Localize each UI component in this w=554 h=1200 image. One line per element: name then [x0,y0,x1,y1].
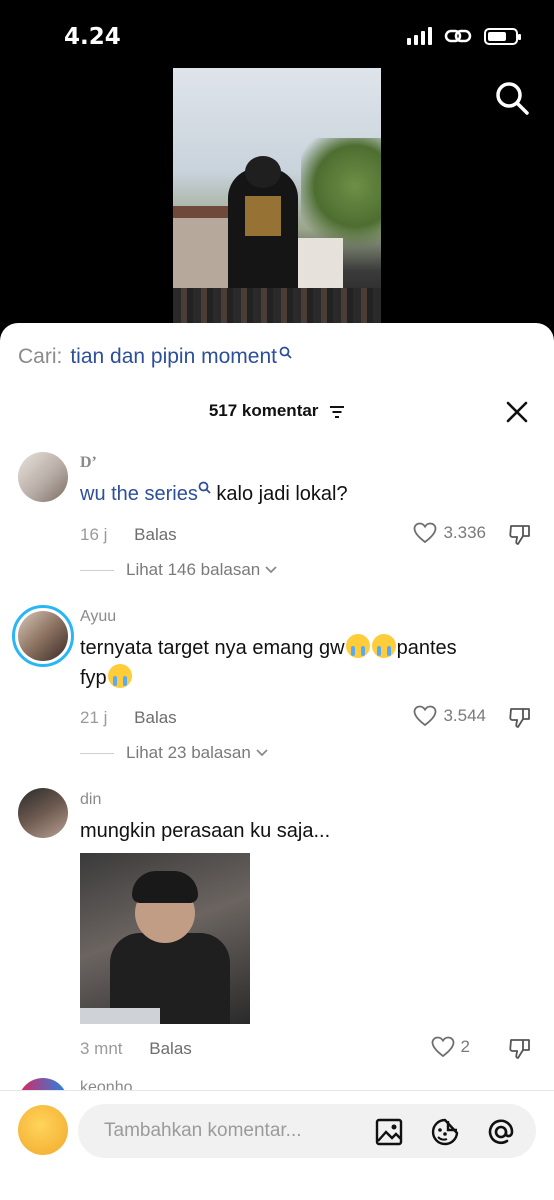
avatar[interactable] [12,605,74,667]
comment-text: ternyata target nya emang gw pantes fyp [80,633,520,693]
heart-icon [414,705,437,727]
reply-button[interactable]: Balas [134,525,177,544]
comment-input[interactable] [102,1119,366,1143]
dislike-icon[interactable] [508,706,532,730]
comment-text: mungkin perasaan ku saja... [80,820,331,842]
comments-sheet: Cari: tian dan pipin moment 517 komentar… [0,323,554,1199]
avatar[interactable] [18,788,68,838]
battery-icon [484,27,521,45]
view-replies-label: Lihat 146 balasan [126,560,261,579]
comment-body: kalo jadi lokal? [216,483,348,505]
comment-time: 3 mnt [80,1039,123,1058]
comment-username[interactable]: Ayuu [80,608,116,626]
loudly-crying-emoji-icon [345,634,370,658]
loudly-crying-emoji-icon [107,664,132,688]
search-link[interactable]: wu the series [80,483,198,505]
search-term[interactable]: tian dan pipin moment [70,345,277,369]
comment-input-container[interactable] [78,1104,536,1158]
like-count: 3.336 [443,523,486,542]
comment-composer [0,1090,554,1200]
like-button[interactable]: 2 [431,1036,470,1058]
comment-body-line1: ternyata target nya emang gw [80,637,345,659]
view-replies-label: Lihat 23 balasan [126,743,251,762]
comment-body-tail: pantes [396,637,457,659]
view-replies-button[interactable]: Lihat 146 balasan [80,560,278,580]
comment-image[interactable] [80,853,250,1024]
status-icons [407,26,521,46]
search-suggestion[interactable]: Cari: tian dan pipin moment [18,345,292,369]
sticker-icon[interactable] [430,1117,460,1147]
avatar[interactable] [18,452,68,502]
comment-meta: 16 j Balas [80,525,177,545]
signal-icon [407,27,432,45]
at-icon[interactable] [486,1117,516,1147]
heart-icon [431,1036,454,1058]
comment-count-label: 517 komentar [208,401,319,420]
dislike-icon[interactable] [508,1037,532,1061]
chevron-down-icon [256,749,268,757]
status-time: 4.24 [64,24,121,50]
video-thumbnail[interactable] [173,68,381,328]
comment-count: 517 komentar [0,401,554,421]
like-button[interactable]: 3.336 [413,522,486,544]
search-icon [279,346,292,359]
chevron-down-icon [265,566,277,574]
search-icon [198,481,211,494]
link-icon [444,29,472,43]
comment-time: 16 j [80,525,108,544]
comment-body-line2: fyp [80,667,107,689]
comment-username[interactable]: D’ [80,454,97,472]
dislike-icon[interactable] [508,523,532,547]
comment-meta: 21 j Balas [80,708,177,728]
comment-time: 21 j [80,708,108,727]
comment-text: wu the series kalo jadi lokal? [80,479,520,509]
filter-icon[interactable] [329,405,345,419]
close-icon[interactable] [506,401,528,423]
image-icon[interactable] [374,1117,404,1147]
comment-username[interactable]: din [80,791,101,809]
avatar[interactable] [18,1105,68,1155]
search-label: Cari: [18,345,63,368]
heart-icon [414,522,437,544]
like-count: 2 [460,1037,470,1056]
reply-button[interactable]: Balas [134,708,177,727]
search-icon[interactable] [494,80,530,116]
view-replies-button[interactable]: Lihat 23 balasan [80,743,269,763]
status-bar: 4.24 [0,0,554,70]
like-button[interactable]: 3.544 [413,705,486,727]
reply-button[interactable]: Balas [149,1039,192,1058]
loudly-crying-emoji-icon [371,634,396,658]
like-count: 3.544 [443,706,486,725]
comment-meta: 3 mnt Balas [80,1039,192,1059]
